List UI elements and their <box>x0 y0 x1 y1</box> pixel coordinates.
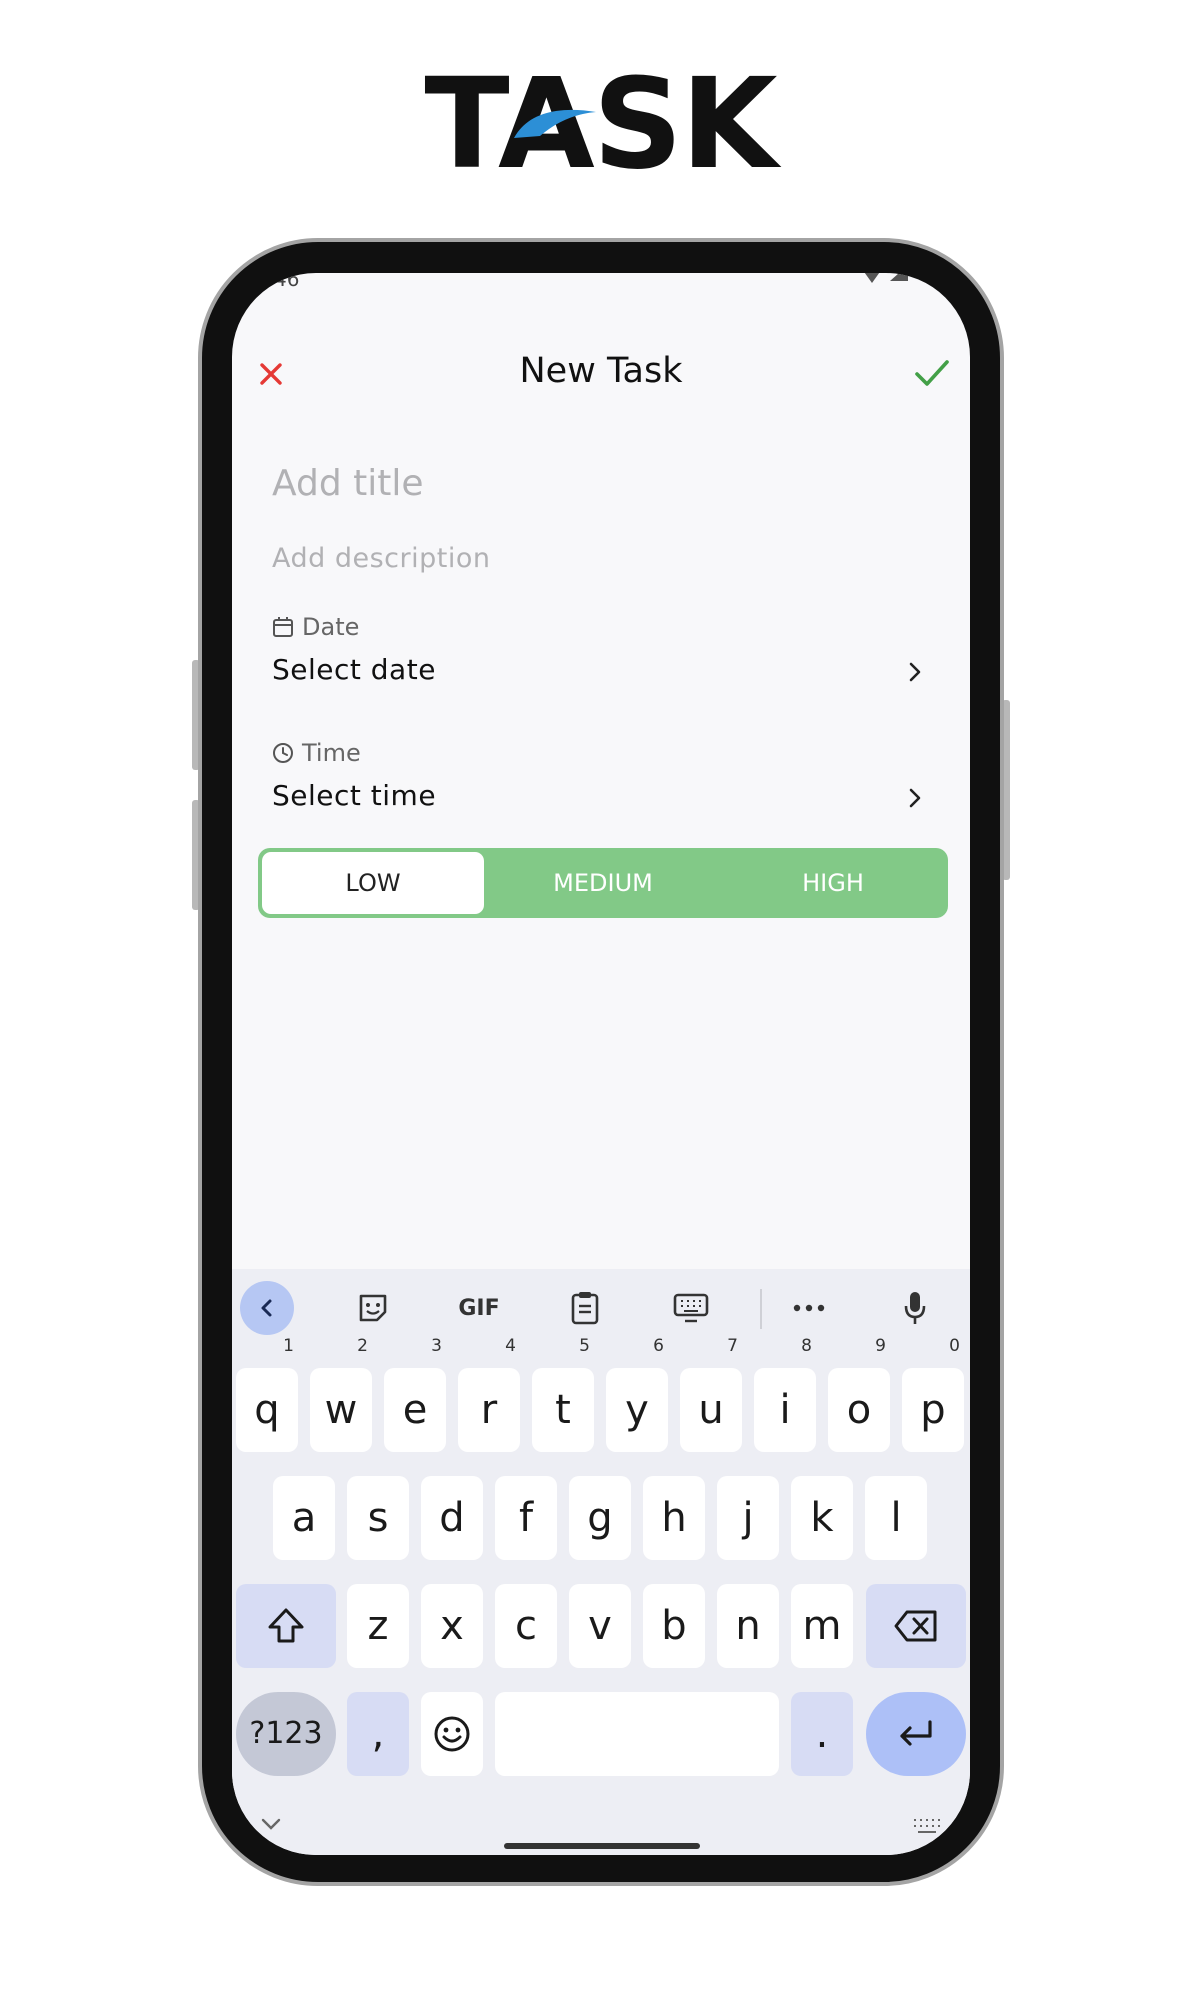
date-label: Date <box>272 613 359 641</box>
key-p[interactable]: p0 <box>902 1338 964 1452</box>
phone-screen: 46 New Task Date Select date Time <box>232 273 970 1855</box>
key-c[interactable]: c <box>495 1584 557 1668</box>
shift-key[interactable] <box>236 1584 336 1668</box>
status-bar-text: 46 <box>274 273 300 291</box>
priority-selector: LOW MEDIUM HIGH <box>258 848 948 918</box>
priority-low-option[interactable]: LOW <box>262 852 484 914</box>
select-date-value: Select date <box>272 653 436 686</box>
keyboard-switch-icon[interactable] <box>912 1817 942 1835</box>
priority-high-option[interactable]: HIGH <box>718 848 948 918</box>
chevron-right-icon <box>909 788 921 808</box>
home-indicator[interactable] <box>504 1843 700 1849</box>
priority-medium-option[interactable]: MEDIUM <box>488 848 718 918</box>
key-b[interactable]: b <box>643 1584 705 1668</box>
on-screen-keyboard: GIF q1 w 2 e 3 r 4 t 5 y 6 u 7 i 8 o 9 p… <box>232 1269 970 1855</box>
backspace-key[interactable] <box>866 1584 966 1668</box>
space-key[interactable] <box>495 1692 779 1776</box>
key-v[interactable]: v <box>569 1584 631 1668</box>
keyboard-icon[interactable] <box>664 1281 718 1335</box>
enter-key[interactable] <box>866 1692 966 1776</box>
key-k[interactable]: k <box>791 1476 853 1560</box>
toolbar-divider <box>760 1289 762 1329</box>
key-w[interactable]: w2 <box>310 1338 372 1452</box>
signal-icon <box>864 273 908 283</box>
app-logo: TASK <box>0 62 1200 187</box>
date-label-text: Date <box>302 613 360 641</box>
select-date-row[interactable]: Select date <box>272 653 932 697</box>
key-q[interactable]: q1 <box>236 1338 298 1452</box>
key-f[interactable]: f <box>495 1476 557 1560</box>
time-label: Time <box>272 739 361 767</box>
key-l[interactable]: l <box>865 1476 927 1560</box>
description-input[interactable] <box>272 543 912 574</box>
key-a[interactable]: a <box>273 1476 335 1560</box>
sticker-icon[interactable] <box>346 1281 400 1335</box>
check-icon[interactable] <box>912 355 952 391</box>
page-title: New Task <box>519 351 683 391</box>
key-h[interactable]: h <box>643 1476 705 1560</box>
key-u[interactable]: u7 <box>680 1338 742 1452</box>
key-m[interactable]: m <box>791 1584 853 1668</box>
key-g[interactable]: g <box>569 1476 631 1560</box>
key-e[interactable]: e3 <box>384 1338 446 1452</box>
key-x[interactable]: x <box>421 1584 483 1668</box>
period-key[interactable]: . <box>791 1692 853 1776</box>
select-time-row[interactable]: Select time <box>272 779 932 823</box>
more-icon[interactable] <box>782 1281 836 1335</box>
select-time-value: Select time <box>272 779 437 812</box>
gif-icon[interactable]: GIF <box>452 1281 506 1335</box>
chevron-right-icon <box>909 662 921 682</box>
key-z[interactable]: z <box>347 1584 409 1668</box>
key-d[interactable]: d <box>421 1476 483 1560</box>
key-t[interactable]: t5 <box>532 1338 594 1452</box>
logo-swoosh-icon <box>514 109 596 138</box>
key-i[interactable]: i8 <box>754 1338 816 1452</box>
key-o[interactable]: o9 <box>828 1338 890 1452</box>
emoji-key[interactable] <box>421 1692 483 1776</box>
key-j[interactable]: j <box>717 1476 779 1560</box>
key-s[interactable]: s <box>347 1476 409 1560</box>
symbols-key[interactable]: ?123 <box>236 1692 336 1776</box>
key-y[interactable]: y6 <box>606 1338 668 1452</box>
shift-icon <box>268 1608 304 1643</box>
time-label-text: Time <box>302 739 361 767</box>
back-icon[interactable] <box>240 1281 294 1335</box>
hide-keyboard-icon[interactable] <box>260 1817 282 1831</box>
clipboard-icon[interactable] <box>558 1281 612 1335</box>
calendar-icon <box>273 617 293 637</box>
comma-key[interactable]: , <box>347 1692 409 1776</box>
clock-icon <box>273 743 293 763</box>
title-input[interactable] <box>272 463 912 504</box>
key-n[interactable]: n <box>717 1584 779 1668</box>
backspace-icon <box>894 1610 937 1642</box>
enter-icon <box>900 1720 932 1746</box>
emoji-icon <box>434 1716 470 1752</box>
mic-icon[interactable] <box>888 1281 942 1335</box>
key-r[interactable]: r4 <box>458 1338 520 1452</box>
